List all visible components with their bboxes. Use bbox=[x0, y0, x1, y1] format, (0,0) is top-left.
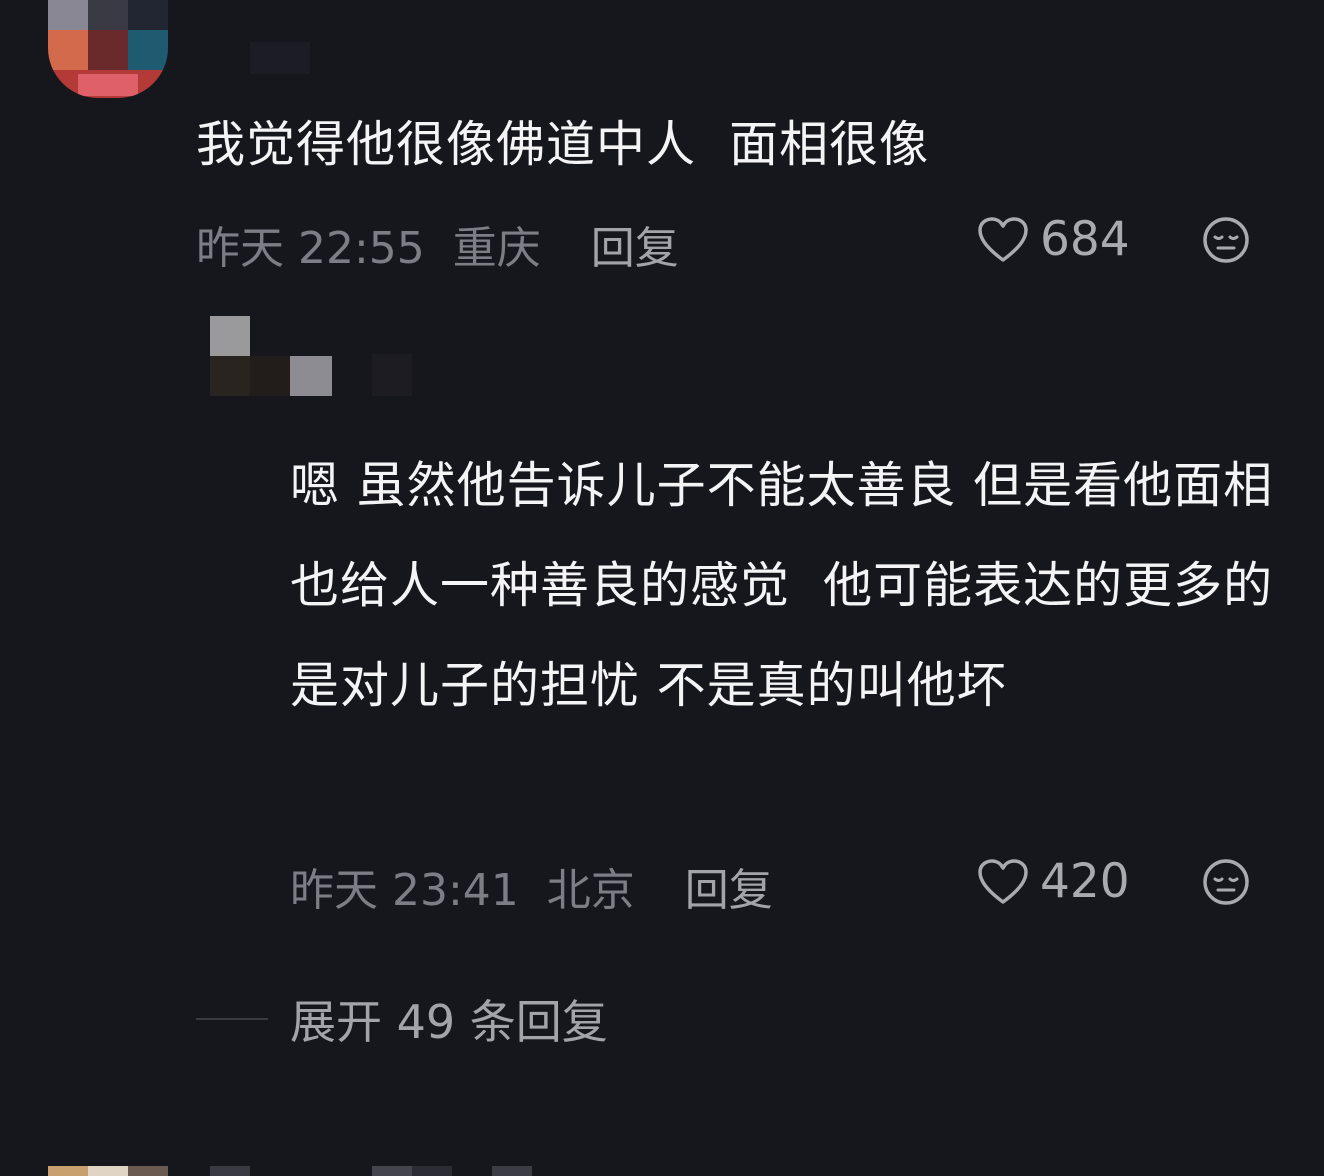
reply-time: 昨天 23:41 bbox=[290, 865, 519, 916]
reply-location: 北京 bbox=[546, 865, 635, 916]
reply-avatar[interactable] bbox=[210, 316, 290, 400]
comment-text: 我觉得他很像佛道中人 面相很像 bbox=[196, 116, 930, 173]
comment-time: 昨天 22:55 bbox=[196, 223, 425, 274]
dislike-button[interactable] bbox=[1202, 216, 1250, 264]
reply-like-count: 420 bbox=[1040, 854, 1130, 909]
neutral-face-icon bbox=[1203, 859, 1249, 905]
reply-like-button[interactable]: 420 bbox=[978, 854, 1130, 909]
expand-divider bbox=[196, 1018, 268, 1020]
like-button[interactable]: 684 bbox=[978, 212, 1130, 267]
comment-location: 重庆 bbox=[452, 223, 541, 274]
reply-to-reply-button[interactable]: 回复 bbox=[685, 865, 773, 916]
like-count: 684 bbox=[1040, 212, 1130, 267]
heart-outline-icon bbox=[978, 216, 1028, 263]
reply-dislike-button[interactable] bbox=[1202, 858, 1250, 906]
next-commenter-name[interactable] bbox=[210, 1166, 540, 1176]
comment-meta: 昨天 22:55 重庆 回复 bbox=[196, 212, 679, 276]
commenter-name[interactable] bbox=[232, 20, 312, 80]
commenter-avatar[interactable] bbox=[48, 0, 168, 98]
reply-username[interactable] bbox=[290, 352, 420, 400]
reply-button[interactable]: 回复 bbox=[591, 223, 679, 274]
heart-outline-icon bbox=[978, 858, 1028, 905]
reply-meta: 昨天 23:41 北京 回复 bbox=[290, 854, 773, 918]
expand-replies-button[interactable]: 展开 49 条回复 bbox=[196, 986, 608, 1052]
neutral-face-icon bbox=[1203, 217, 1249, 263]
next-commenter-avatar[interactable] bbox=[48, 1166, 168, 1176]
reply-text: 嗯 虽然他告诉儿子不能太善良 但是看他面相也给人一种善良的感觉 他可能表达的更多… bbox=[290, 457, 1274, 714]
expand-replies-label: 展开 49 条回复 bbox=[290, 995, 608, 1049]
